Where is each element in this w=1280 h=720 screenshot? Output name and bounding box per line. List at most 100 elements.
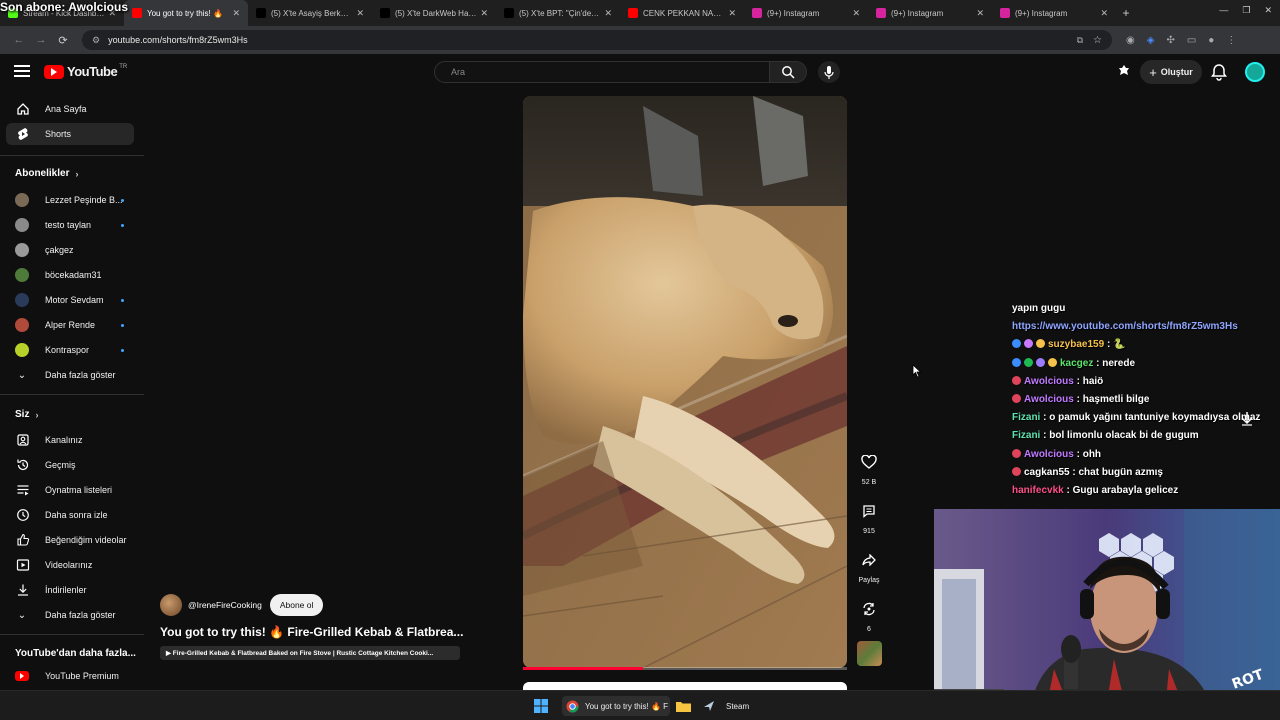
taskbar-file-explorer[interactable]: [676, 696, 691, 716]
minimize-icon[interactable]: —: [1219, 5, 1228, 16]
shorts-icon: [15, 126, 31, 142]
browser-tab[interactable]: You got to try this! 🔥 ✕: [124, 0, 248, 26]
browser-menu-icon[interactable]: ⋮: [1226, 35, 1236, 46]
video-progress-bar[interactable]: [523, 667, 847, 670]
show-more-subscriptions[interactable]: ⌄ Daha fazla göster: [6, 364, 134, 386]
chevron-right-icon: ›: [35, 409, 39, 420]
chat-link[interactable]: https://www.youtube.com/shorts/fm8rZ5wm3…: [1012, 321, 1238, 332]
channel-avatar[interactable]: [160, 594, 182, 616]
tab-close-icon[interactable]: ✕: [852, 8, 860, 19]
bookmark-star-icon[interactable]: ☆: [1093, 35, 1102, 46]
chat-text: yapın gugu: [1012, 303, 1066, 314]
tab-close-icon[interactable]: ✕: [604, 8, 612, 19]
site-settings-icon[interactable]: ⚙: [92, 35, 100, 46]
voice-search-button[interactable]: [818, 61, 840, 83]
share-button[interactable]: Paylaş: [854, 546, 884, 584]
reload-icon[interactable]: ⟳: [52, 34, 74, 47]
subscription-item[interactable]: Alper Rende: [6, 314, 134, 336]
subscription-item[interactable]: böcekadam31: [6, 264, 134, 286]
start-button[interactable]: [534, 696, 548, 716]
browser-tab[interactable]: CENK PEKKAN NASIL ZE✕: [620, 0, 744, 26]
subscribe-button[interactable]: Abone ol: [269, 594, 324, 616]
sidebar-item-label: Beğendiğim videolar: [45, 535, 127, 545]
shorts-video-player[interactable]: [523, 96, 847, 668]
remix-button[interactable]: 6: [854, 595, 884, 633]
new-content-dot: [121, 198, 124, 202]
sidebar-item-youtube-premium[interactable]: YouTube Premium: [6, 665, 134, 687]
restore-icon[interactable]: ❐: [1242, 5, 1250, 16]
create-button[interactable]: + Oluştur: [1140, 60, 1202, 84]
comments-button[interactable]: 915: [854, 497, 884, 535]
new-tab-button[interactable]: +: [1116, 3, 1136, 23]
comment-icon: [855, 497, 883, 525]
extensions-puzzle-icon[interactable]: ✣: [1166, 35, 1174, 46]
address-bar[interactable]: ⚙ youtube.com/shorts/fm8rZ5wm3Hs ⧉ ☆: [82, 30, 1112, 50]
search-button[interactable]: [769, 61, 807, 83]
taskbar-steam[interactable]: Steam: [702, 696, 749, 716]
browser-tab[interactable]: (9+) Instagram ✕: [992, 0, 1116, 26]
subscription-item[interactable]: Kontraspor: [6, 339, 134, 361]
search-input[interactable]: Ara: [434, 61, 770, 83]
chat-text: : 🐍: [1106, 339, 1126, 351]
sidebar-item-download[interactable]: İndirilenler: [6, 579, 134, 601]
like-button[interactable]: 52 B: [854, 448, 884, 486]
tab-close-icon[interactable]: ✕: [480, 8, 488, 19]
profile-icon[interactable]: ●: [1208, 35, 1214, 46]
channel-icon: [15, 432, 31, 448]
tab-title: (9+) Instagram: [891, 8, 944, 18]
browser-tab[interactable]: (5) X'te Asayiş Berkemal ✕: [248, 0, 372, 26]
sidebar-item-watch-later[interactable]: Daha sonra izle: [6, 504, 134, 526]
sidebar-item-playlist[interactable]: Oynatma listeleri: [6, 479, 134, 501]
forward-icon[interactable]: →: [30, 34, 52, 46]
subscription-item[interactable]: testo taylan: [6, 214, 134, 236]
short-title[interactable]: You got to try this! 🔥 Fire-Grilled Keba…: [160, 625, 480, 639]
close-window-icon[interactable]: ✕: [1264, 5, 1272, 16]
sidebar-item-label: YouTube Premium: [45, 671, 119, 681]
taskbar-chrome[interactable]: You got to try this! 🔥 F: [562, 696, 670, 716]
browser-tab[interactable]: (5) X'te DarkWeb Haber ✕: [372, 0, 496, 26]
sidebar-item-label: Kanalınız: [45, 435, 83, 445]
subscriptions-header[interactable]: Abonelikler ›: [15, 168, 78, 179]
folder-icon: [676, 702, 691, 712]
extension-icon[interactable]: ◈: [1147, 35, 1155, 46]
chat-badge-icon: [1036, 339, 1045, 349]
back-icon[interactable]: ←: [8, 34, 30, 46]
cast-icon[interactable]: [1116, 64, 1132, 80]
channel-name[interactable]: @IreneFireCooking: [188, 600, 262, 610]
tab-close-icon[interactable]: ✕: [976, 8, 984, 19]
sidebar-item-channel[interactable]: Kanalınız: [6, 429, 134, 451]
sidebar-item-home[interactable]: Ana Sayfa: [6, 98, 134, 120]
sidebar-item-history[interactable]: Geçmiş: [6, 454, 134, 476]
subscription-item[interactable]: Motor Sevdam: [6, 289, 134, 311]
related-video-chip[interactable]: ▶ Fire-Grilled Kebab & Flatbread Baked o…: [160, 646, 460, 660]
subscription-item[interactable]: çakgez: [6, 239, 134, 261]
chat-badge-icon: [1012, 448, 1021, 458]
browser-tab[interactable]: (5) X'te BPT: "Çin'deki In ✕: [496, 0, 620, 26]
browser-tab[interactable]: (9+) Instagram ✕: [868, 0, 992, 26]
tab-close-icon[interactable]: ✕: [356, 8, 364, 19]
split-view-icon[interactable]: ▭: [1187, 35, 1196, 46]
browser-tab[interactable]: (9+) Instagram ✕: [744, 0, 868, 26]
show-more-you[interactable]: ⌄ Daha fazla göster: [6, 604, 134, 626]
extension-icon[interactable]: ◉: [1126, 35, 1135, 46]
tab-close-icon[interactable]: ✕: [1100, 8, 1108, 19]
open-in-app-icon[interactable]: ⧉: [1077, 35, 1083, 46]
sound-thumbnail[interactable]: [857, 641, 882, 666]
chat-badge-icon: [1012, 339, 1021, 349]
youtube-logo[interactable]: YouTube TR: [44, 64, 127, 79]
account-avatar[interactable]: [1245, 62, 1265, 82]
subscription-name: çakgez: [45, 245, 74, 255]
tab-close-icon[interactable]: ✕: [232, 8, 240, 19]
like-count: 52 B: [861, 479, 877, 486]
you-header[interactable]: Siz ›: [15, 409, 38, 420]
channel-avatar: [15, 343, 29, 357]
subscription-item[interactable]: Lezzet Peşinde B...: [6, 189, 134, 211]
tab-close-icon[interactable]: ✕: [728, 8, 736, 19]
new-content-dot: [121, 223, 124, 227]
sidebar-item-your-videos[interactable]: Videolarınız: [6, 554, 134, 576]
sidebar-item-like[interactable]: Beğendiğim videolar: [6, 529, 134, 551]
logo-text: YouTube: [67, 64, 118, 79]
notifications-bell-icon[interactable]: [1210, 63, 1228, 81]
sidebar-item-shorts[interactable]: Shorts: [6, 123, 134, 145]
menu-hamburger-icon[interactable]: [14, 65, 30, 77]
